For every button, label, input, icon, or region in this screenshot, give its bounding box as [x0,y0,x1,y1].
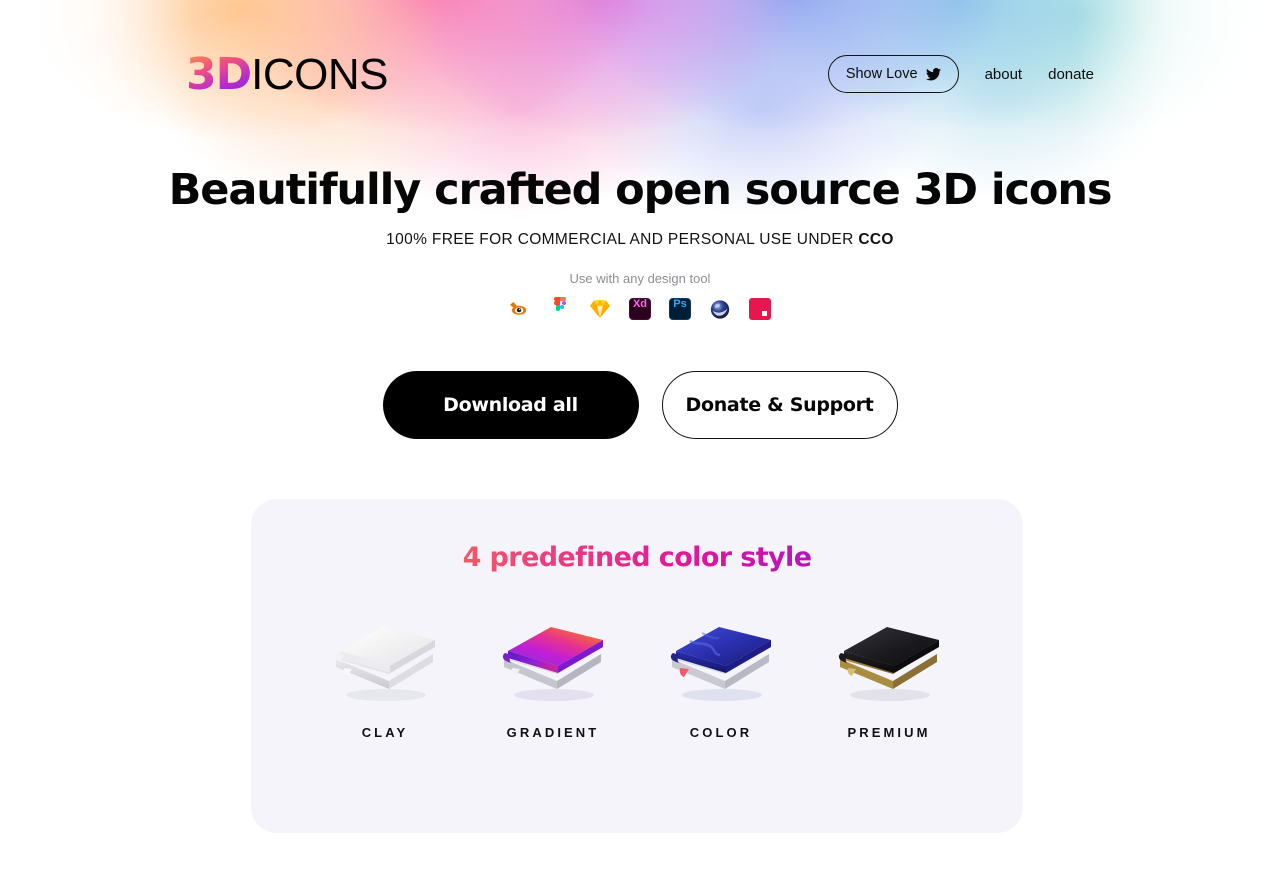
download-all-button[interactable]: Download all [382,371,639,439]
figma-icon[interactable] [549,297,571,320]
logo-3d-text: 3D [186,48,252,100]
style-label-premium: PREMIUM [847,725,931,740]
cinema-4d-icon[interactable] [709,298,731,320]
design-tools-row: Xd Ps [0,297,1280,321]
color-book-3d-icon [656,607,786,707]
primary-nav: Show Love about donate [827,55,1094,93]
brand-logo[interactable]: 3D ICONS [186,49,388,100]
page-title: Beautifully crafted open source 3D icons [168,165,1113,215]
twitter-bird-icon [925,67,941,81]
adobe-xd-badge-label: Xd [629,298,651,321]
style-item-color[interactable]: COLOR [637,607,805,740]
design-tools-label: Use with any design tool [569,271,711,287]
logo-icons-text: ICONS [251,49,388,99]
donate-support-button[interactable]: Donate & Support [661,371,898,439]
photoshop-badge-label: Ps [669,298,691,321]
nav-link-about[interactable]: about [985,66,1023,83]
spline-badge [749,298,771,321]
nav-link-donate[interactable]: donate [1048,66,1094,83]
spline-icon[interactable] [749,298,771,321]
style-item-clay[interactable]: CLAY [301,607,469,740]
hero-subtitle: 100% FREE FOR COMMERCIAL AND PERSONAL US… [0,231,1280,249]
landing-page: 3D ICONS Show Love about donate Beautifu… [0,0,1280,880]
style-label-color: COLOR [689,725,753,740]
style-item-gradient[interactable]: GRADIENT [469,607,637,740]
photoshop-icon[interactable]: Ps [669,298,691,321]
gradient-book-3d-icon [488,607,618,707]
style-item-premium[interactable]: PREMIUM [805,607,973,740]
style-label-clay: CLAY [361,725,409,740]
hero-subtitle-text: 100% FREE FOR COMMERCIAL AND PERSONAL US… [386,231,859,249]
premium-book-3d-icon [824,607,954,707]
show-love-button[interactable]: Show Love [827,55,959,93]
styles-section-title: 4 predefined color style [251,542,1023,573]
predefined-styles-card: 4 predefined color style CLAY GRADIENT C… [251,499,1023,833]
blender-icon[interactable] [509,298,531,320]
show-love-label: Show Love [845,66,918,82]
adobe-xd-icon[interactable]: Xd [629,298,651,321]
hero-subtitle-license: CCO [858,231,894,249]
cta-button-row: Download all Donate & Support [0,371,1280,439]
style-label-gradient: GRADIENT [506,725,600,740]
site-header: 3D ICONS Show Love about donate [0,0,1280,148]
clay-book-3d-icon [320,607,450,707]
sketch-icon[interactable] [589,298,611,320]
styles-grid: CLAY GRADIENT COLOR PREMIUM [251,607,1023,740]
hero-section: Beautifully crafted open source 3D icons… [0,165,1280,321]
